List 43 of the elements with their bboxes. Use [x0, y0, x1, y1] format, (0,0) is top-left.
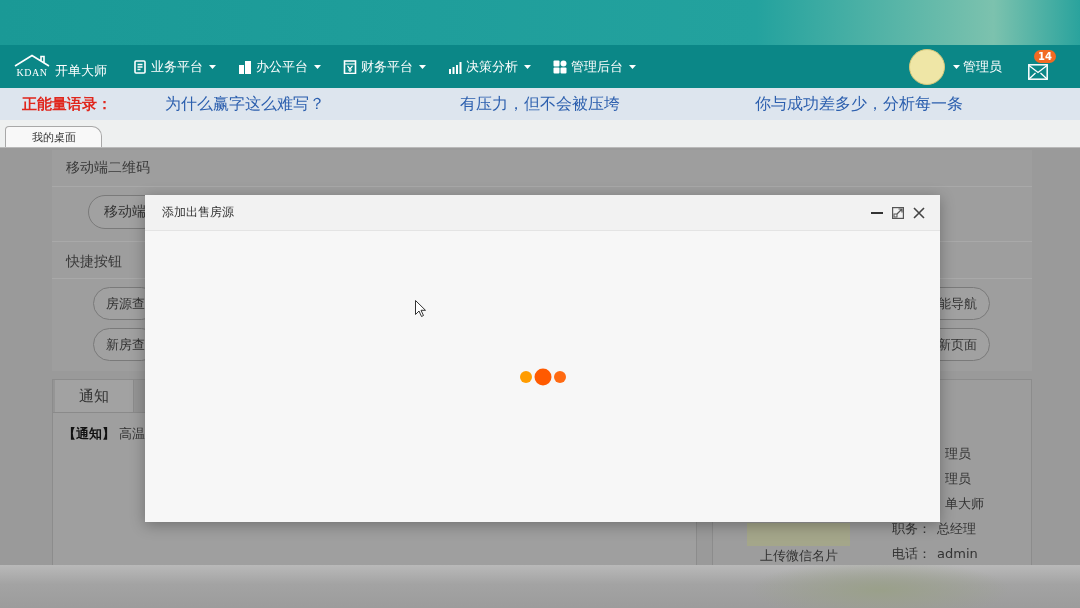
ticker-quote: 你与成功差多少，分析每一条 [755, 93, 964, 114]
dialog-title: 添加出售房源 [162, 204, 234, 221]
notice-text: 【通知】 高温 [63, 426, 146, 441]
caret-icon [314, 64, 321, 69]
field-value: 理员 [944, 444, 972, 463]
nav-menu-item[interactable]: 财务平台 [343, 57, 426, 76]
pointer-cursor-icon [415, 300, 426, 317]
ticker-quote: 为什么赢字这么难写？ [165, 93, 326, 114]
field-value: 单大师 [944, 494, 984, 513]
mail-icon[interactable] [1028, 63, 1048, 80]
receipt-icon [343, 59, 357, 74]
page-tab[interactable]: 我的桌面 [5, 126, 102, 147]
caret-icon [209, 64, 216, 69]
ticker-label: 正能量语录： [22, 94, 113, 114]
grid-icon [553, 59, 567, 74]
user-menu[interactable]: 管理员 [951, 57, 1002, 76]
field-label: 职务： [892, 519, 932, 538]
nav-menu-item[interactable]: 业务平台 [133, 57, 216, 76]
close-icon[interactable] [913, 206, 925, 219]
field-label: 电话： [892, 544, 932, 563]
notification-badge: 14 [1034, 49, 1056, 63]
bar-chart-icon [448, 59, 462, 74]
logo-name: 开单大师 [55, 63, 107, 79]
nav-menu-item[interactable]: 办公平台 [238, 57, 321, 76]
field-value: 总经理 [937, 519, 977, 538]
house-icon [12, 54, 52, 67]
upload-card-link[interactable]: 上传微信名片 [747, 546, 850, 565]
nav-menu-item[interactable]: 决策分析 [448, 57, 531, 76]
caret-icon [419, 64, 426, 69]
section-title: 移动端二维码 [52, 150, 1032, 187]
field-value: admin [937, 546, 979, 561]
ticker-quote: 有压力，但不会被压垮 [460, 93, 621, 114]
book-icon [133, 59, 147, 74]
field-value: 理员 [944, 469, 972, 488]
notice-tab[interactable]: 通知 [55, 380, 134, 412]
caret-icon [629, 64, 636, 69]
logo-mark: KDAN [16, 67, 48, 79]
nav-menu-item[interactable]: 管理后台 [553, 57, 636, 76]
maximize-icon[interactable] [892, 206, 904, 219]
building-icon [238, 59, 252, 74]
caret-icon [524, 64, 531, 69]
caret-icon [953, 64, 960, 69]
user-avatar[interactable] [909, 48, 945, 85]
